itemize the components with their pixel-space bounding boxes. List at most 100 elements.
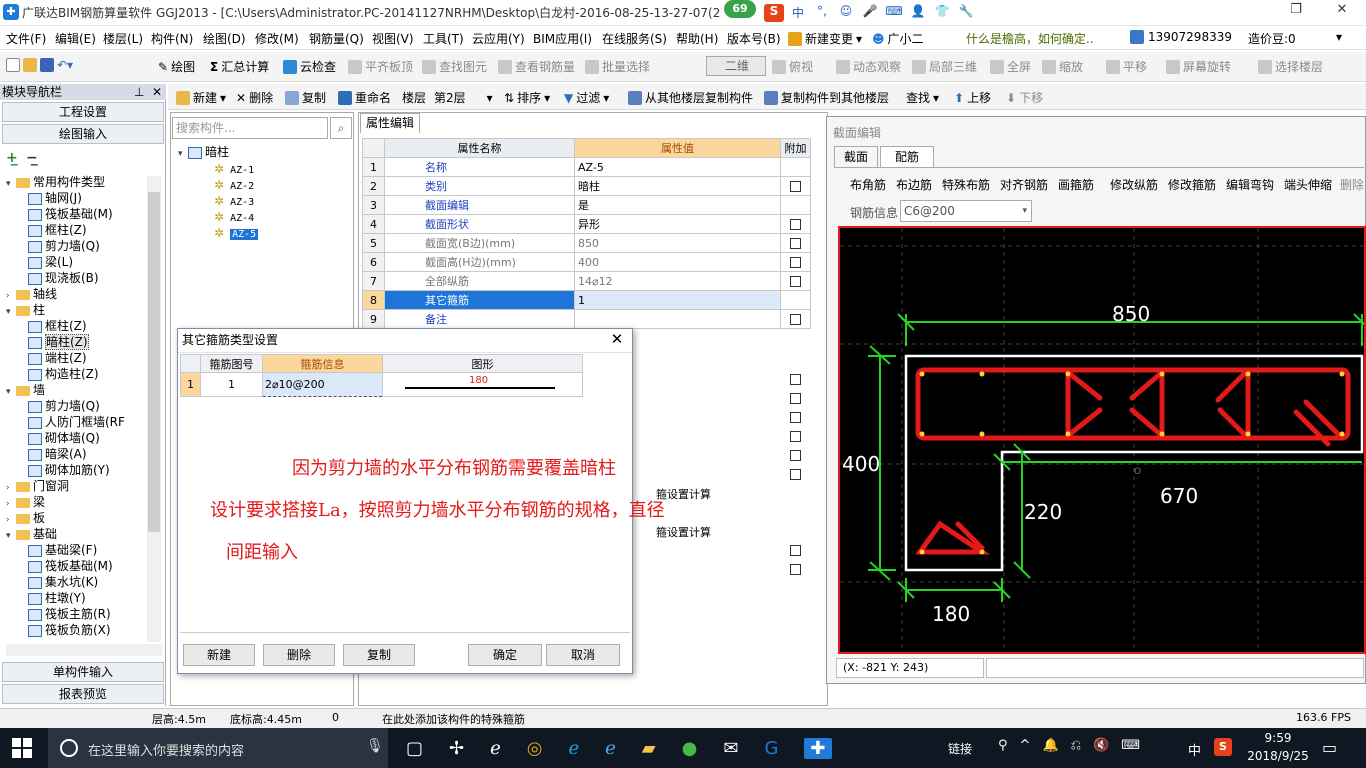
tree-item[interactable]: 集水坑(K)	[6, 574, 146, 590]
rotate-screen-button[interactable]: 屏幕旋转	[1166, 58, 1231, 75]
g-app-icon[interactable]: G	[764, 738, 778, 759]
menu-view[interactable]: 视图(V)	[372, 30, 414, 47]
tree-folder[interactable]: ▾ 柱	[6, 302, 146, 318]
extra-checkbox[interactable]	[790, 374, 801, 385]
tree-item[interactable]: 筏板基础(M)	[6, 206, 146, 222]
menu-version[interactable]: 版本号(B)	[727, 30, 781, 47]
pan-button[interactable]: 平移	[1106, 58, 1147, 75]
end-extend-button[interactable]: 端头伸缩	[1284, 176, 1332, 193]
property-row[interactable]: 2 类别 暗柱	[362, 176, 811, 196]
select-floor-button[interactable]: 选择楼层	[1258, 58, 1323, 75]
tree-folder[interactable]: › 门窗洞	[6, 478, 146, 494]
dialog-new-button[interactable]: 新建	[183, 644, 255, 666]
orbit-button[interactable]: 动态观察	[836, 58, 901, 75]
extra-checkbox[interactable]	[790, 314, 801, 325]
undo-icon[interactable]: ↶▾	[57, 58, 73, 72]
ime-item[interactable]: 🔧	[956, 4, 976, 22]
edge-rebar-button[interactable]: 布边筋	[896, 176, 932, 193]
menu-floor[interactable]: 楼层(L)	[103, 30, 143, 47]
file-explorer-icon[interactable]: ▰	[642, 738, 656, 759]
new-file-icon[interactable]	[6, 58, 20, 72]
tree-item[interactable]: 筏板主筋(R)	[6, 606, 146, 622]
tree-folder[interactable]: › 轴线	[6, 286, 146, 302]
nav-hscrollbar[interactable]	[6, 644, 162, 656]
report-preview-button[interactable]: 报表预览	[2, 684, 164, 704]
ime-item[interactable]: 中	[788, 4, 808, 22]
special-rebar-button[interactable]: 特殊布筋	[942, 176, 990, 193]
extra-checkbox[interactable]	[790, 431, 801, 442]
stirrup-shape-cell[interactable]: 180	[382, 372, 583, 397]
property-row[interactable]: 4 截面形状 异形	[362, 214, 811, 234]
view-mode-select[interactable]: 二维	[706, 56, 766, 76]
ime-item[interactable]: ☺	[836, 4, 856, 22]
batch-select-button[interactable]: 批量选择	[585, 58, 650, 75]
tab-property-edit[interactable]: 属性编辑	[360, 113, 420, 133]
volume-muted-icon[interactable]: 🔇	[1093, 738, 1109, 753]
extra-checkbox[interactable]	[790, 412, 801, 423]
new-change-button[interactable]: 新建变更 ▾	[788, 30, 862, 47]
collapse-icon[interactable]: ▾	[178, 146, 188, 162]
extra-checkbox[interactable]	[790, 545, 801, 556]
align-rebar-button[interactable]: 对齐钢筋	[1000, 176, 1048, 193]
ime-item[interactable]: 🎤	[860, 4, 880, 22]
modify-stirrup-button[interactable]: 修改箍筋	[1168, 176, 1216, 193]
ie-icon[interactable]: ℯ	[605, 738, 616, 759]
menu-draw[interactable]: 绘图(D)	[203, 30, 246, 47]
extra-checkbox[interactable]	[790, 564, 801, 575]
collapse-icon[interactable]: ▾	[6, 304, 16, 320]
local-3d-button[interactable]: 局部三维	[912, 58, 977, 75]
menu-cloud[interactable]: 云应用(Y)	[472, 30, 525, 47]
floor-select[interactable]: 第2层 ▾	[434, 89, 493, 106]
quick-access[interactable]: ↶▾	[6, 58, 73, 72]
new-component-button[interactable]: 新建 ▾	[176, 89, 226, 106]
fan-app-icon[interactable]: ✢	[449, 738, 464, 759]
task-view-icon[interactable]: ▢	[406, 738, 423, 759]
stirrup-info-cell[interactable]: 2⌀10@200	[262, 372, 383, 397]
rebar-info-select[interactable]: C6@200 ▾	[900, 200, 1032, 222]
save-icon[interactable]	[40, 58, 54, 72]
edge-browser-icon[interactable]: ℯ	[490, 738, 501, 759]
account-button[interactable]: 13907298339	[1130, 30, 1232, 44]
people-icon[interactable]: ⚲	[998, 738, 1008, 753]
tree-folder[interactable]: › 梁	[6, 494, 146, 510]
view-rebar-button[interactable]: 查看钢筋量	[498, 58, 575, 75]
delete-component-button[interactable]: ✕ 删除	[236, 89, 273, 106]
input-language[interactable]: 中	[1188, 740, 1201, 759]
fullscreen-button[interactable]: 全屏	[990, 58, 1031, 75]
search-icon[interactable]: ⌕	[330, 117, 352, 139]
tree-item[interactable]: 剪力墙(Q)	[6, 398, 146, 414]
tree-item[interactable]: 砌体墙(Q)	[6, 430, 146, 446]
nav-scrollbar-thumb[interactable]	[148, 192, 160, 532]
chrome-dev-icon[interactable]: ◎	[527, 738, 543, 759]
stirrup-code-cell[interactable]: 1	[200, 372, 263, 397]
edit-hook-button[interactable]: 编辑弯钩	[1226, 176, 1274, 193]
property-row[interactable]: 5 截面宽(B边)(mm) 850	[362, 233, 811, 253]
modify-long-rebar-button[interactable]: 修改纵筋	[1110, 176, 1158, 193]
notification-badge[interactable]: 69	[724, 0, 756, 18]
menu-component[interactable]: 构件(N)	[151, 30, 193, 47]
tree-item[interactable]: 柱墩(Y)	[6, 590, 146, 606]
copy-from-floor-button[interactable]: 从其他楼层复制构件	[628, 89, 753, 106]
action-center-icon[interactable]: ▭	[1322, 738, 1337, 757]
clock-date[interactable]: 2018/9/25	[1244, 749, 1312, 763]
pin-icon[interactable]: ⊥	[134, 84, 144, 100]
cost-beans[interactable]: 造价豆:0	[1248, 30, 1296, 47]
component-item[interactable]: ✲ AZ-5	[214, 225, 344, 241]
ime-item[interactable]: ⌨	[884, 4, 904, 22]
dialog-cancel-button[interactable]: 取消	[546, 644, 620, 666]
tree-item[interactable]: 端柱(Z)	[6, 350, 146, 366]
top-view-button[interactable]: 俯视	[772, 58, 813, 75]
property-value[interactable]: 异形	[574, 214, 781, 234]
collapse-all-icon[interactable]: −̲	[26, 150, 38, 166]
green-app-icon[interactable]: ●	[682, 738, 698, 759]
sogou-icon[interactable]: S	[764, 4, 784, 22]
copy-component-button[interactable]: 复制	[285, 89, 326, 106]
notification-bell-icon[interactable]: 🔔	[1042, 738, 1058, 753]
extra-checkbox[interactable]	[790, 219, 801, 230]
draw-button[interactable]: ✎ 绘图	[158, 58, 195, 75]
tree-item[interactable]: 暗梁(A)	[6, 446, 146, 462]
extra-checkbox[interactable]	[790, 450, 801, 461]
tree-folder[interactable]: ▾ 墙	[6, 382, 146, 398]
property-value[interactable]: 是	[574, 195, 781, 215]
property-row[interactable]: 1 名称 AZ-5	[362, 157, 811, 177]
